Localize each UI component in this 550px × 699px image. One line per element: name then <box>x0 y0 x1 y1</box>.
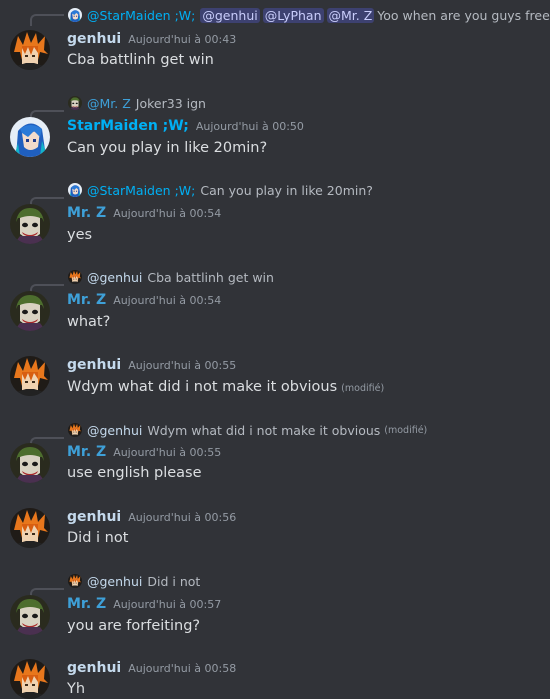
message-header: genhui Aujourd'hui à 00:58 <box>67 660 236 680</box>
message-text: yes <box>67 227 93 243</box>
timestamp: Aujourd'hui à 00:54 <box>113 294 222 307</box>
message-header: Mr. Z Aujourd'hui à 00:54 <box>67 205 221 225</box>
edited-label: (modifié) <box>341 383 385 394</box>
timestamp: Aujourd'hui à 00:58 <box>128 662 237 675</box>
message-header: StarMaiden ;W; Aujourd'hui à 00:50 <box>67 118 304 138</box>
reply-preview[interactable]: @genhui Did i not <box>68 572 200 590</box>
mention[interactable]: @Mr. Z <box>326 7 375 23</box>
avatar[interactable] <box>10 659 50 699</box>
message-header: Mr. Z Aujourd'hui à 00:57 <box>67 596 221 616</box>
reply-preview[interactable]: @genhui Wdym what did i not make it obvi… <box>68 421 427 439</box>
timestamp: Aujourd'hui à 00:43 <box>128 33 237 46</box>
message-body: Wdym what did i not make it obvious <box>67 379 338 395</box>
message-text: what? <box>67 314 111 330</box>
reply-text: Yoo when are you guys free? <box>377 7 550 23</box>
message-text: use english please <box>67 465 202 481</box>
timestamp: Aujourd'hui à 00:50 <box>195 120 304 133</box>
author-name[interactable]: genhui <box>67 509 121 525</box>
avatar[interactable] <box>10 356 50 396</box>
reply-avatar <box>68 183 82 197</box>
author-name[interactable]: Mr. Z <box>67 292 106 308</box>
avatar[interactable] <box>10 291 50 331</box>
author-name[interactable]: Mr. Z <box>67 444 106 460</box>
message-header: genhui Aujourd'hui à 00:56 <box>67 509 236 529</box>
author-name[interactable]: genhui <box>67 31 121 47</box>
timestamp: Aujourd'hui à 00:54 <box>113 207 222 220</box>
avatar[interactable] <box>10 30 50 70</box>
message-text: Can you play in like 20min? <box>67 140 268 156</box>
message-header: Mr. Z Aujourd'hui à 00:55 <box>67 444 221 464</box>
message-text: Cba battlinh get win <box>67 52 214 68</box>
reply-text: Joker33 ign <box>135 95 206 111</box>
reply-author[interactable]: @Mr. Z <box>87 96 131 111</box>
edited-label: (modifié) <box>384 424 428 436</box>
avatar[interactable] <box>10 443 50 483</box>
reply-avatar <box>68 96 82 110</box>
reply-text: Can you play in like 20min? <box>200 182 373 198</box>
reply-avatar <box>68 270 82 284</box>
author-name[interactable]: Mr. Z <box>67 205 106 221</box>
mention[interactable]: @genhui <box>200 7 260 23</box>
timestamp: Aujourd'hui à 00:56 <box>128 511 237 524</box>
message-text: Wdym what did i not make it obvious (modi… <box>67 379 384 395</box>
reply-avatar <box>68 574 82 588</box>
message-text: Yh <box>67 681 86 697</box>
reply-preview[interactable]: @StarMaiden ;W; @genhui @LyPhan @Mr. Z Y… <box>68 6 550 24</box>
reply-text: Cba battlinh get win <box>147 269 274 285</box>
timestamp: Aujourd'hui à 00:55 <box>113 446 222 459</box>
author-name[interactable]: genhui <box>67 357 121 373</box>
avatar[interactable] <box>10 117 50 157</box>
avatar[interactable] <box>10 508 50 548</box>
reply-preview[interactable]: @StarMaiden ;W; Can you play in like 20m… <box>68 181 373 199</box>
avatar[interactable] <box>10 595 50 635</box>
author-name[interactable]: Mr. Z <box>67 596 106 612</box>
author-name[interactable]: StarMaiden ;W; <box>67 118 189 134</box>
timestamp: Aujourd'hui à 00:57 <box>113 598 222 611</box>
reply-author[interactable]: @StarMaiden ;W; <box>87 183 195 198</box>
reply-author[interactable]: @genhui <box>87 423 142 438</box>
author-name[interactable]: genhui <box>67 660 121 676</box>
message-header: genhui Aujourd'hui à 00:55 <box>67 357 236 377</box>
reply-text: Did i not <box>147 573 201 589</box>
message-text: Did i not <box>67 530 129 546</box>
reply-avatar <box>68 8 82 22</box>
avatar[interactable] <box>10 204 50 244</box>
reply-preview[interactable]: @genhui Cba battlinh get win <box>68 268 274 286</box>
reply-avatar <box>68 423 82 437</box>
reply-preview[interactable]: @Mr. Z Joker33 ign <box>68 94 206 112</box>
timestamp: Aujourd'hui à 00:55 <box>128 359 237 372</box>
reply-connector <box>30 14 64 26</box>
reply-text: Wdym what did i not make it obvious <box>147 422 381 438</box>
reply-author[interactable]: @genhui <box>87 270 142 285</box>
message-header: genhui Aujourd'hui à 00:43 <box>67 31 236 51</box>
mention[interactable]: @LyPhan <box>262 7 324 23</box>
message-header: Mr. Z Aujourd'hui à 00:54 <box>67 292 221 312</box>
reply-author[interactable]: @StarMaiden ;W; <box>87 8 195 23</box>
message-text: you are forfeiting? <box>67 618 201 634</box>
reply-author[interactable]: @genhui <box>87 574 142 589</box>
